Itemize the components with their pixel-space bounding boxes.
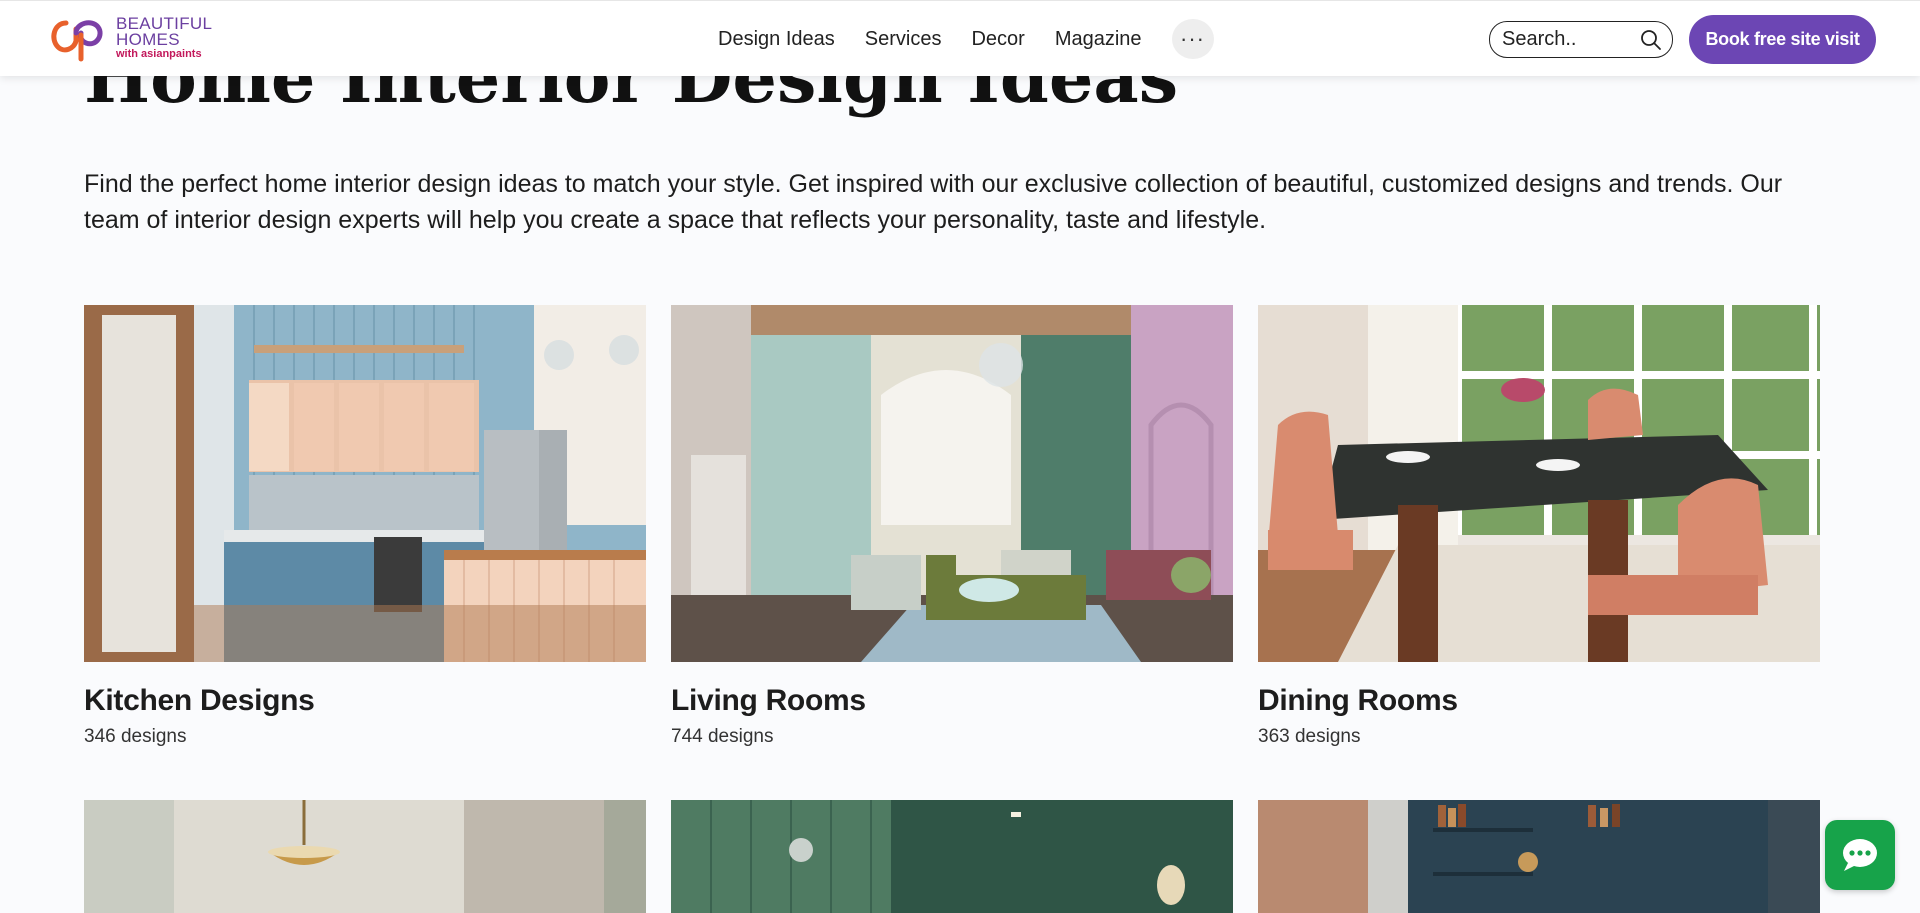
category-card-kitchen[interactable]: Kitchen Designs 346 designs (84, 305, 646, 748)
book-site-visit-button[interactable]: Book free site visit (1689, 15, 1876, 64)
chat-button[interactable] (1825, 820, 1895, 890)
card-title[interactable]: Dining Rooms (1258, 684, 1820, 718)
more-button[interactable]: ··· (1171, 19, 1214, 59)
card-title[interactable]: Living Rooms (671, 684, 1233, 718)
search-icon[interactable] (1640, 29, 1662, 51)
living-room-image[interactable] (671, 305, 1233, 662)
logo-line-2: HOMES (116, 30, 180, 49)
category-card-image[interactable] (84, 800, 646, 913)
card-count: 346 designs (84, 726, 187, 747)
page-intro: Find the perfect home interior design id… (84, 170, 1783, 234)
nav-decor[interactable]: Decor (971, 28, 1024, 51)
kitchen-image[interactable] (84, 305, 646, 662)
category-card-dining[interactable]: Dining Rooms 363 designs (1258, 305, 1820, 748)
more-icon: ··· (1180, 26, 1206, 51)
brand-logo[interactable]: BEAUTIFUL HOMES with asianpaints (48, 13, 238, 63)
nav-services[interactable]: Services (865, 28, 942, 51)
category-card-image[interactable] (671, 800, 1233, 913)
site-header: BEAUTIFUL HOMES with asianpaints Design … (0, 0, 1920, 76)
card-title[interactable]: Kitchen Designs (84, 684, 646, 718)
category-card-living[interactable]: Living Rooms 744 designs (671, 305, 1233, 748)
category-card-image[interactable] (1258, 800, 1820, 913)
card-count: 744 designs (671, 726, 774, 747)
logo-line-3: with asianpaints (116, 48, 202, 60)
main-nav: Design Ideas Services Decor Magazine ··· (718, 19, 1214, 59)
brand-logo-text: BEAUTIFUL HOMES with asianpaints (116, 15, 212, 60)
search-box (1489, 21, 1673, 58)
dining-room-image[interactable] (1258, 305, 1820, 662)
search-input[interactable] (1502, 28, 1632, 51)
chat-icon (1843, 839, 1877, 871)
nav-magazine[interactable]: Magazine (1055, 28, 1142, 51)
brand-logo-mark (51, 20, 103, 62)
card-count: 363 designs (1258, 726, 1361, 747)
nav-design-ideas[interactable]: Design Ideas (718, 28, 835, 51)
